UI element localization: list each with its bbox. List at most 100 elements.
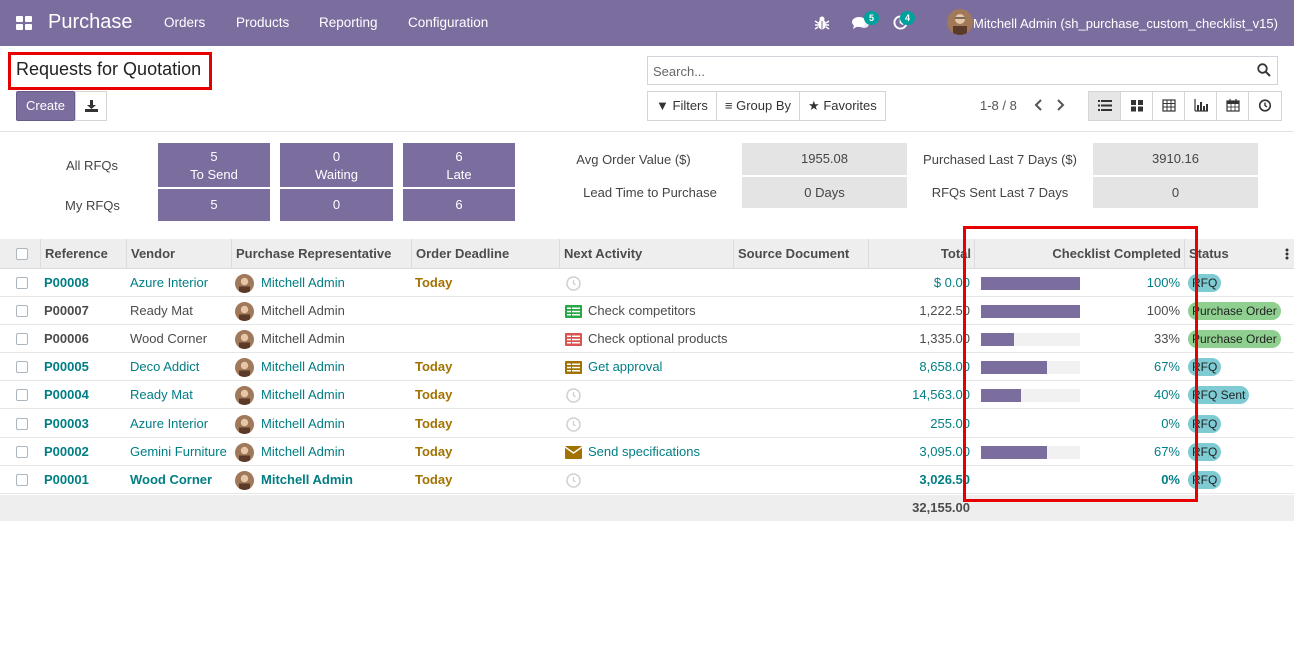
row-representative[interactable]: Mitchell Admin — [261, 438, 345, 466]
clock-icon[interactable] — [566, 473, 581, 488]
row-checkbox[interactable] — [16, 389, 28, 401]
filters-button[interactable]: ▼ Filters — [648, 92, 717, 120]
pager-next-icon[interactable] — [1055, 99, 1065, 111]
todo-brown-icon[interactable] — [565, 361, 582, 374]
menu-products[interactable]: Products — [236, 15, 289, 30]
table-row[interactable]: P00008 Azure Interior Mitchell Admin Today $… — [0, 269, 1294, 297]
row-vendor[interactable]: Gemini Furniture — [130, 438, 227, 466]
row-vendor[interactable]: Ready Mat — [130, 381, 193, 409]
user-avatar[interactable] — [947, 9, 973, 35]
apps-menu-icon[interactable] — [16, 16, 32, 30]
graph-view-button[interactable] — [1185, 92, 1217, 120]
row-representative[interactable]: Mitchell Admin — [261, 410, 345, 438]
status-badge: RFQ — [1188, 358, 1222, 376]
row-next-activity[interactable]: Send specifications — [588, 438, 700, 466]
col-status[interactable]: Status — [1184, 239, 1294, 269]
row-checkbox[interactable] — [16, 333, 28, 345]
search-input[interactable]: Search... — [653, 64, 705, 79]
list-view-button[interactable] — [1089, 92, 1121, 120]
envelope-icon[interactable] — [564, 446, 583, 459]
pager-value[interactable]: 1-8 / 8 — [980, 98, 1017, 113]
activity-view-button[interactable] — [1249, 92, 1281, 120]
calendar-view-button[interactable] — [1217, 92, 1249, 120]
table-row[interactable]: P00001 Wood Corner Mitchell Admin Today 3,02… — [0, 466, 1294, 494]
select-all-checkbox[interactable] — [16, 248, 28, 260]
search-icon[interactable] — [1257, 63, 1271, 77]
kanban-view-button[interactable] — [1121, 92, 1153, 120]
row-representative[interactable]: Mitchell Admin — [261, 269, 345, 297]
clock-icon[interactable] — [566, 417, 581, 432]
optional-columns-icon[interactable] — [1285, 248, 1289, 260]
table-row[interactable]: P00003 Azure Interior Mitchell Admin Today 2… — [0, 410, 1294, 438]
row-checkbox[interactable] — [16, 474, 28, 486]
row-vendor[interactable]: Ready Mat — [130, 297, 193, 325]
group-by-button[interactable]: ≡ Group By — [717, 92, 801, 120]
tile-to-send-count: 5 — [210, 149, 218, 164]
todo-red-icon[interactable] — [565, 333, 582, 346]
table-row[interactable]: P00002 Gemini Furniture Mitchell Admin Toda… — [0, 438, 1294, 466]
tile-my-to-send[interactable]: 5 — [158, 189, 270, 221]
menu-configuration[interactable]: Configuration — [408, 15, 488, 30]
menu-orders[interactable]: Orders — [164, 15, 205, 30]
row-reference[interactable]: P00004 — [44, 381, 89, 409]
table-row[interactable]: P00007 Ready Mat Mitchell Admin Check compe… — [0, 297, 1294, 325]
row-representative[interactable]: Mitchell Admin — [261, 466, 353, 494]
pager-previous-icon[interactable] — [1034, 99, 1044, 111]
search-box[interactable]: Search... — [647, 56, 1278, 85]
debug-bug-icon[interactable] — [814, 15, 830, 31]
tile-my-late[interactable]: 6 — [403, 189, 515, 221]
table-row[interactable]: P00006 Wood Corner Mitchell Admin Check opt… — [0, 325, 1294, 353]
row-reference[interactable]: P00005 — [44, 353, 89, 381]
create-button[interactable]: Create — [16, 91, 75, 121]
user-menu-name[interactable]: Mitchell Admin (sh_purchase_custom_check… — [973, 16, 1278, 31]
row-representative[interactable]: Mitchell Admin — [261, 353, 345, 381]
col-source-document[interactable]: Source Document — [733, 239, 869, 269]
row-representative[interactable]: Mitchell Admin — [261, 325, 345, 353]
row-next-activity[interactable]: Get approval — [588, 353, 662, 381]
table-row[interactable]: P00004 Ready Mat Mitchell Admin Today 14,563… — [0, 381, 1294, 409]
row-total: 1,222.50 — [919, 303, 970, 318]
row-next-activity[interactable]: Check optional products — [588, 325, 727, 353]
row-checkbox[interactable] — [16, 361, 28, 373]
tile-late[interactable]: 6 Late — [403, 143, 515, 187]
row-vendor[interactable]: Wood Corner — [130, 325, 207, 353]
row-vendor[interactable]: Wood Corner — [130, 466, 212, 494]
export-button[interactable] — [75, 91, 107, 121]
row-checkbox[interactable] — [16, 418, 28, 430]
favorites-button[interactable]: ★ Favorites — [800, 92, 885, 120]
col-next-activity[interactable]: Next Activity — [559, 239, 734, 269]
col-reference[interactable]: Reference — [40, 239, 127, 269]
kanban-view-icon — [1131, 100, 1143, 112]
row-reference[interactable]: P00007 — [44, 297, 89, 325]
row-reference[interactable]: P00003 — [44, 410, 89, 438]
row-next-activity[interactable]: Check competitors — [588, 297, 696, 325]
row-vendor[interactable]: Azure Interior — [130, 410, 208, 438]
tile-my-waiting[interactable]: 0 — [280, 189, 393, 221]
row-representative[interactable]: Mitchell Admin — [261, 381, 345, 409]
table-row[interactable]: P00005 Deco Addict Mitchell Admin Today Get … — [0, 353, 1294, 381]
row-reference[interactable]: P00008 — [44, 269, 89, 297]
clock-icon[interactable] — [566, 388, 581, 403]
tile-waiting[interactable]: 0 Waiting — [280, 143, 393, 187]
row-representative[interactable]: Mitchell Admin — [261, 297, 345, 325]
col-checklist-completed[interactable]: Checklist Completed — [974, 239, 1185, 269]
tile-to-send[interactable]: 5 To Send — [158, 143, 270, 187]
row-checkbox[interactable] — [16, 446, 28, 458]
col-purchase-representative[interactable]: Purchase Representative — [231, 239, 412, 269]
row-reference[interactable]: P00002 — [44, 438, 89, 466]
todo-green-icon[interactable] — [565, 305, 582, 318]
row-reference[interactable]: P00006 — [44, 325, 89, 353]
clock-icon[interactable] — [566, 276, 581, 291]
row-checkbox[interactable] — [16, 277, 28, 289]
row-reference[interactable]: P00001 — [44, 466, 89, 494]
col-vendor[interactable]: Vendor — [126, 239, 232, 269]
app-brand[interactable]: Purchase — [48, 11, 133, 34]
col-order-deadline[interactable]: Order Deadline — [411, 239, 560, 269]
row-checkbox[interactable] — [16, 305, 28, 317]
pivot-view-button[interactable] — [1153, 92, 1185, 120]
row-vendor[interactable]: Azure Interior — [130, 269, 208, 297]
row-checklist-percent: 40% — [1153, 387, 1180, 402]
menu-reporting[interactable]: Reporting — [319, 15, 378, 30]
col-total[interactable]: Total — [868, 239, 975, 269]
row-vendor[interactable]: Deco Addict — [130, 353, 199, 381]
